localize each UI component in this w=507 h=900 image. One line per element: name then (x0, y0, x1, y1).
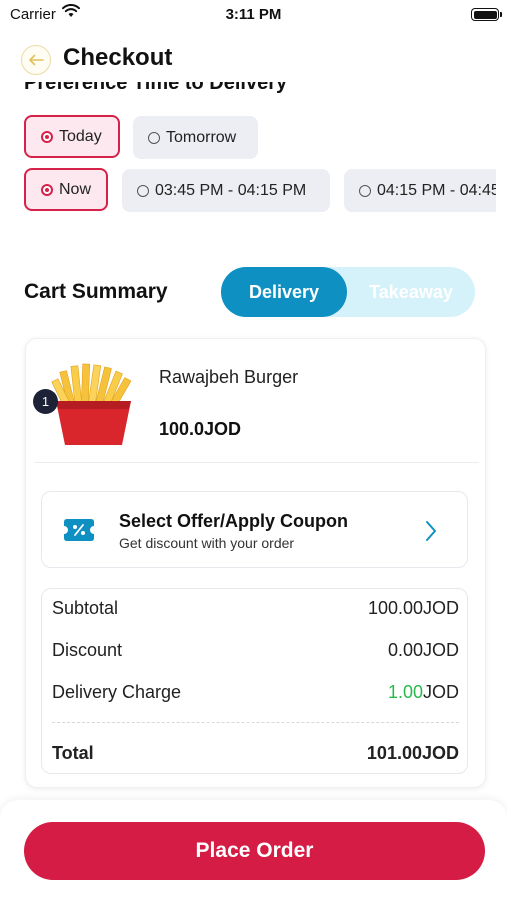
item-price: 100.0JOD (159, 419, 242, 439)
time-option-slot[interactable]: 03:45 PM - 04:15 PM (122, 169, 330, 212)
discount-value: 0.00JOD (387, 640, 459, 660)
coupon-title: Select Offer/Apply Coupon (119, 511, 349, 531)
coupon-icon (64, 519, 94, 541)
total-value: 101.00JOD (366, 743, 459, 763)
battery-icon (471, 8, 502, 21)
section-title-partial: Preference Time to Delivery (24, 82, 324, 94)
page-title: Checkout (63, 44, 173, 71)
quantity-badge: 1 (33, 389, 58, 414)
time-option-label: 04:15 PM - 04:45 PM (377, 181, 496, 199)
subtotal-value: 100.00JOD (367, 598, 459, 618)
place-order-button[interactable]: Place Order (24, 822, 485, 880)
delivery-charge-amount: 1.00 (387, 682, 423, 702)
cart-summary-title: Cart Summary (24, 280, 168, 303)
time-options-list[interactable]: Now 03:45 PM - 04:15 PM 04:15 PM - 04:45… (0, 160, 496, 220)
time-option-label: 03:45 PM - 04:15 PM (155, 181, 307, 199)
day-option-tomorrow[interactable]: Tomorrow (133, 116, 258, 159)
radio-unselected-icon (148, 131, 160, 144)
arrow-left-icon (29, 54, 44, 66)
item-name: Rawajbeh Burger (159, 367, 299, 387)
time-option-slot[interactable]: 04:15 PM - 04:45 PM (344, 169, 496, 212)
delivery-charge-currency: JOD (423, 682, 459, 702)
radio-selected-icon (41, 130, 53, 143)
total-label: Total (52, 743, 94, 763)
delivery-charge-label: Delivery Charge (52, 682, 182, 702)
status-bar: Carrier 3:11 PM (0, 0, 507, 30)
day-option-label: Tomorrow (166, 128, 237, 146)
cart-card: 1 Rawajbeh Burger 100.0JOD Select Offer/… (25, 338, 486, 788)
radio-unselected-icon (359, 184, 371, 197)
radio-unselected-icon (137, 184, 149, 197)
time-option-now[interactable]: Now (24, 168, 108, 211)
dashed-divider (52, 722, 459, 723)
bottom-bar: Place Order (0, 800, 507, 900)
clock: 3:11 PM (225, 6, 282, 23)
radio-selected-icon (41, 183, 53, 196)
back-button[interactable] (21, 45, 51, 75)
time-option-label: Now (59, 180, 92, 198)
totals-box: Subtotal 100.00JOD Discount 0.00JOD Deli… (41, 588, 468, 774)
chevron-right-icon (426, 521, 436, 541)
fries-image (51, 363, 132, 445)
delivery-charge-value: 1.00JOD (388, 682, 459, 703)
divider (34, 462, 479, 463)
delivery-tab[interactable]: Delivery (221, 267, 347, 317)
day-option-label: Today (59, 127, 102, 145)
subtotal-label: Subtotal (52, 598, 119, 618)
takeaway-tab[interactable]: Takeaway (347, 267, 475, 317)
delivery-mode-toggle[interactable]: Delivery Takeaway (221, 267, 475, 317)
coupon-button[interactable]: Select Offer/Apply Coupon Get discount w… (41, 491, 468, 568)
discount-label: Discount (52, 640, 123, 660)
delivery-time-heading: Preference Time to Delivery (24, 82, 288, 94)
coupon-subtitle: Get discount with your order (119, 535, 295, 551)
day-option-today[interactable]: Today (24, 115, 120, 158)
